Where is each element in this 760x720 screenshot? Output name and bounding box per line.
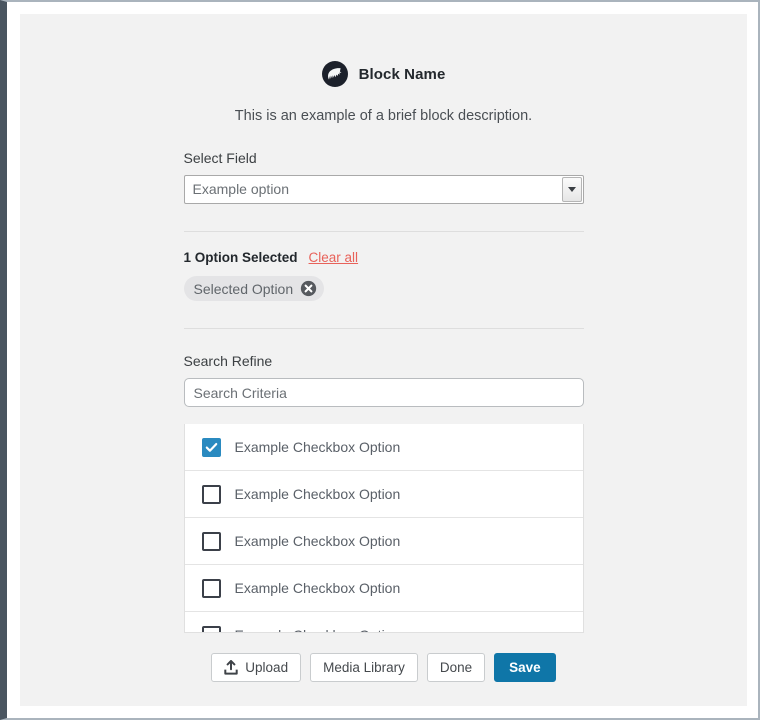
checkbox-checked-icon[interactable] [201, 437, 221, 457]
list-item-label: Example Checkbox Option [234, 486, 401, 502]
done-button[interactable]: Done [426, 653, 486, 682]
list-item[interactable]: Example Checkbox Option [184, 565, 583, 612]
block-settings-panel: Block Name This is an example of a brief… [20, 14, 747, 706]
browser-viewport: Block Name This is an example of a brief… [0, 0, 760, 720]
list-item-label: Example Checkbox Option [235, 627, 401, 632]
select-field-label: Select Field [183, 150, 257, 166]
page-title: Block Name [358, 65, 446, 83]
list-item-label: Example Checkbox Option [234, 580, 401, 596]
upload-icon [224, 660, 238, 675]
list-item[interactable]: Example Checkbox Option [184, 424, 583, 471]
search-input[interactable] [183, 378, 584, 407]
footer-button-bar: Upload Media Library Done Save [184, 653, 584, 682]
selection-summary: 1 Option Selected Clear all [184, 250, 584, 265]
checkbox-icon[interactable] [201, 625, 221, 632]
media-library-button[interactable]: Media Library [310, 653, 418, 682]
selected-chip[interactable]: Selected Option [183, 276, 325, 301]
done-button-label: Done [439, 660, 473, 675]
media-library-button-label: Media Library [323, 660, 405, 675]
selected-count-label: 1 Option Selected [183, 250, 298, 265]
checkbox-icon[interactable] [201, 578, 221, 598]
list-item[interactable]: Example Checkbox Option [184, 612, 583, 632]
divider-top [183, 231, 584, 232]
selected-chips: Selected Option [183, 265, 584, 301]
block-header: Block Name [20, 61, 747, 87]
leaf-logo-icon [321, 61, 348, 87]
checkbox-option-list[interactable]: Example Checkbox Option Example Checkbox… [183, 424, 584, 633]
block-description: This is an example of a brief block desc… [234, 108, 533, 124]
select-field-value: Example option [192, 181, 290, 197]
save-button-label: Save [509, 660, 541, 675]
checkbox-icon[interactable] [201, 531, 221, 551]
save-button[interactable]: Save [494, 653, 556, 682]
panel-content: Select Field Example option 1 Option Sel… [183, 124, 584, 682]
clear-all-link[interactable]: Clear all [309, 250, 359, 265]
divider-bottom [183, 328, 584, 329]
selected-chip-label: Selected Option [193, 280, 294, 297]
list-item[interactable]: Example Checkbox Option [184, 471, 583, 518]
upload-button[interactable]: Upload [211, 653, 302, 682]
upload-button-label: Upload [245, 660, 289, 675]
select-field[interactable]: Example option [183, 175, 584, 204]
list-item[interactable]: Example Checkbox Option [184, 518, 583, 565]
search-refine-label: Search Refine [183, 353, 273, 369]
list-item-label: Example Checkbox Option [234, 439, 401, 455]
list-item-label: Example Checkbox Option [234, 533, 401, 549]
checkbox-icon[interactable] [201, 484, 221, 504]
close-circle-icon[interactable] [300, 280, 317, 297]
chevron-down-icon[interactable] [561, 177, 582, 202]
